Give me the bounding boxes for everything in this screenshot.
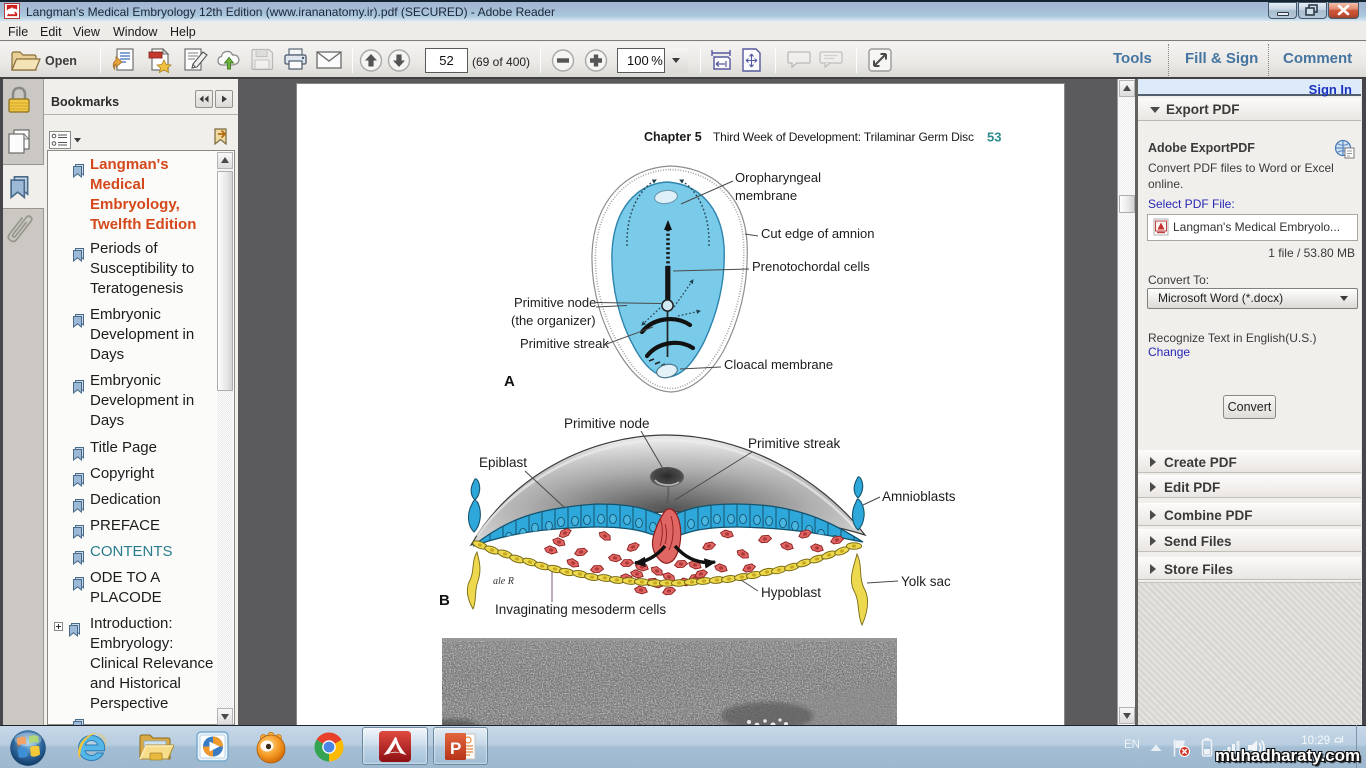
svg-text:Amnioblasts: Amnioblasts [882, 489, 956, 504]
svg-text:ale R: ale R [493, 576, 514, 587]
svg-text:Hypoblast: Hypoblast [761, 585, 821, 600]
svg-text:(the organizer): (the organizer) [511, 313, 596, 328]
svg-text:membrane: membrane [735, 188, 797, 203]
svg-text:Oropharyngeal: Oropharyngeal [735, 170, 821, 185]
svg-text:Yolk sac: Yolk sac [901, 574, 951, 589]
svg-text:53: 53 [987, 130, 1001, 145]
svg-text:Cloacal membrane: Cloacal membrane [724, 357, 833, 372]
svg-text:Chapter 5: Chapter 5 [644, 130, 702, 144]
svg-text:Primitive streak: Primitive streak [748, 436, 841, 451]
svg-text:Epiblast: Epiblast [479, 455, 527, 470]
svg-text:A: A [504, 373, 515, 390]
svg-text:P: P [450, 739, 461, 758]
svg-text:B: B [439, 592, 450, 609]
svg-text:Primitive node: Primitive node [514, 295, 596, 310]
svg-text:Prenotochordal cells: Prenotochordal cells [752, 259, 870, 274]
svg-text:Primitive streak: Primitive streak [520, 336, 609, 351]
svg-text:Invaginating mesoderm cells: Invaginating mesoderm cells [495, 602, 666, 617]
svg-text:Third Week of Development: Tri: Third Week of Development: Trilaminar Ge… [713, 130, 974, 144]
svg-text:Primitive node: Primitive node [564, 416, 650, 431]
svg-text:Cut edge of amnion: Cut edge of amnion [761, 226, 874, 241]
